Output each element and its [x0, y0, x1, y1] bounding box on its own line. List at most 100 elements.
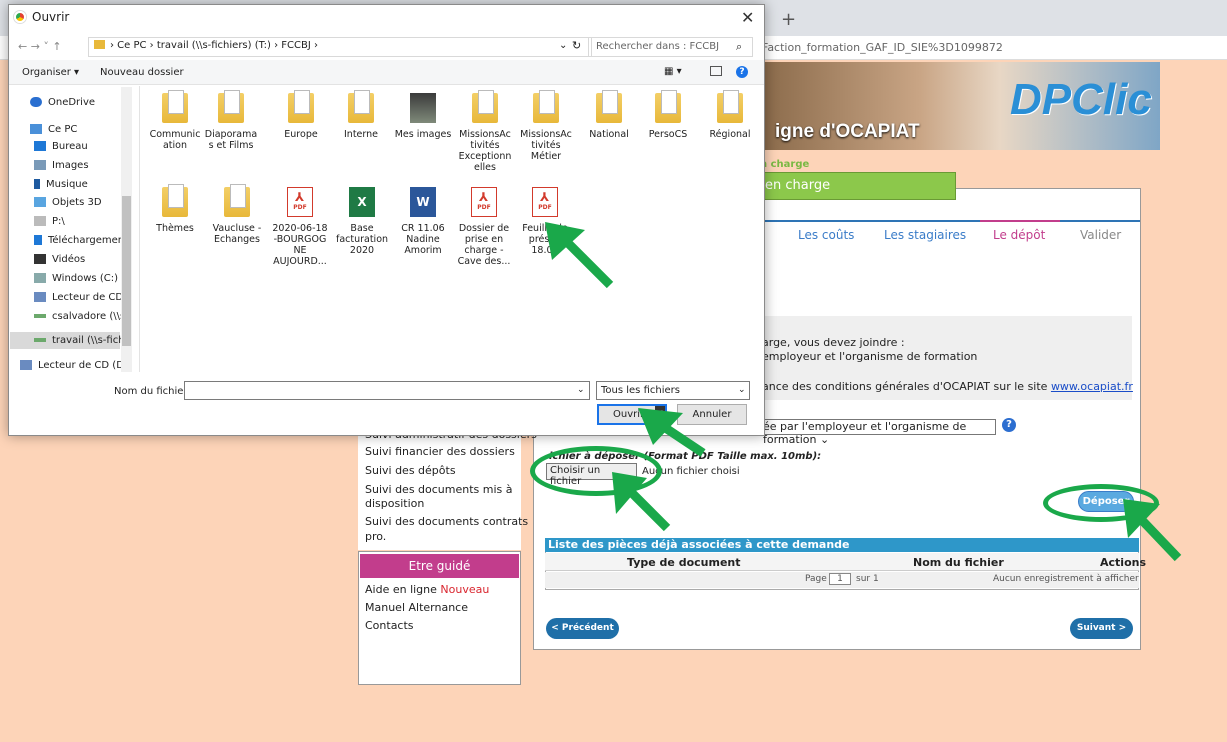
nav-telechargements[interactable]: Téléchargements: [34, 232, 122, 250]
file-item[interactable]: ⅄ PDF Dossier de prise en charge - Cave de…: [455, 187, 513, 267]
new-tab-button[interactable]: +: [781, 9, 796, 30]
menu-contacts[interactable]: Contacts: [365, 619, 414, 632]
file-item[interactable]: Régional: [701, 90, 759, 140]
desktop-icon: [34, 141, 46, 151]
nav-cd-d[interactable]: Lecteur de CD (D: [34, 289, 122, 307]
nav-windows-c[interactable]: Windows (C:): [34, 270, 118, 288]
dialog-title: Ouvrir: [32, 10, 70, 24]
view-options-icon[interactable]: ▦ ▾: [664, 66, 682, 77]
refresh-icon[interactable]: ↻: [572, 39, 581, 52]
file-label: Interne: [344, 129, 378, 140]
menu-suivi-documents-2[interactable]: disposition: [365, 497, 424, 510]
breadcrumb[interactable]: n charge: [760, 159, 809, 170]
file-item[interactable]: National: [580, 90, 638, 140]
folder-icon: [717, 90, 743, 123]
document-type-select[interactable]: ée par l'employeur et l'organisme de for…: [760, 419, 996, 446]
step-couts[interactable]: Les coûts: [798, 228, 854, 242]
file-item[interactable]: W CR 11.06 Nadine Amorim: [394, 187, 452, 256]
file-item[interactable]: Europe: [272, 90, 330, 140]
file-item[interactable]: PersoCS: [639, 90, 697, 140]
chevron-down-icon[interactable]: ⌄: [577, 385, 585, 395]
col-nom-fichier[interactable]: Nom du fichier: [913, 556, 1004, 569]
nav-images[interactable]: Images: [34, 157, 89, 175]
filename-input[interactable]: [184, 381, 590, 400]
organiser-button[interactable]: Organiser ▾: [22, 67, 79, 78]
folder-icon: [533, 90, 559, 123]
chevron-down-icon: ⌄: [819, 433, 830, 446]
aide-label: Aide en ligne: [365, 583, 437, 596]
dpclic-logo[interactable]: DPClic: [1010, 75, 1152, 125]
nav-onedrive[interactable]: OneDrive: [30, 94, 95, 112]
nav-objets-3d[interactable]: Objets 3D: [34, 194, 102, 212]
nav-label: Lecteur de CD (D:): [38, 360, 122, 371]
chevron-down-icon[interactable]: ⌄: [559, 40, 567, 51]
file-label: Base facturation 2020: [335, 223, 389, 256]
ocapiat-link[interactable]: www.ocapiat.fr: [1051, 380, 1133, 393]
menu-suivi-contrats-2[interactable]: pro.: [365, 530, 386, 543]
music-icon: [34, 179, 40, 189]
file-item[interactable]: Communic ation: [146, 90, 204, 151]
nav-travail[interactable]: travail (\\s-fichie: [34, 332, 122, 350]
nav-cd-d-root[interactable]: Lecteur de CD (D:): [20, 357, 122, 375]
help-icon[interactable]: ?: [736, 66, 748, 78]
file-label: MissionsAc tivités Métier: [520, 129, 572, 162]
menu-suivi-depots[interactable]: Suivi des dépôts: [365, 464, 456, 477]
menu-manuel-alternance[interactable]: Manuel Alternance: [365, 601, 468, 614]
search-input[interactable]: Rechercher dans : FCCBJ: [588, 37, 753, 57]
file-label: Thèmes: [156, 223, 194, 234]
info-text: ance des conditions générales d'OCAPIAT …: [762, 380, 1051, 393]
step-valider[interactable]: Valider: [1080, 228, 1121, 242]
menu-suivi-financier[interactable]: Suivi financier des dossiers: [365, 445, 515, 458]
new-folder-button[interactable]: Nouveau dossier: [100, 67, 184, 78]
previous-button[interactable]: < Précédent: [546, 618, 619, 639]
file-label: Communic ation: [149, 129, 201, 151]
file-item[interactable]: Thèmes: [146, 184, 204, 234]
drive-icon: [34, 216, 46, 226]
network-drive-icon: [34, 314, 46, 318]
nav-ce-pc[interactable]: Ce PC: [30, 121, 77, 139]
next-button[interactable]: Suivant >: [1070, 618, 1133, 639]
file-item[interactable]: X Base facturation 2020: [333, 187, 391, 256]
file-item[interactable]: MissionsAc tivités Métier: [517, 90, 575, 162]
step-stagiaires[interactable]: Les stagiaires: [884, 228, 966, 242]
dialog-nav-arrows[interactable]: ← → ˅ ↑: [18, 40, 62, 53]
nav-scrollbar-thumb[interactable]: [122, 196, 131, 346]
nav-label: Windows (C:): [52, 273, 118, 284]
excel-icon: X: [349, 187, 375, 217]
nav-musique[interactable]: Musique: [34, 176, 88, 194]
nav-label: Musique: [46, 179, 88, 190]
nav-label: Images: [52, 160, 89, 171]
cloud-icon: [30, 97, 42, 107]
filetype-select[interactable]: Tous les fichiers: [596, 381, 750, 400]
folder-icon: [288, 90, 314, 123]
file-label: PersoCS: [648, 129, 688, 140]
file-item[interactable]: MissionsAc tivités Exceptionn elles: [456, 90, 514, 173]
nav-videos[interactable]: Vidéos: [34, 251, 85, 269]
file-item[interactable]: ⅄ PDF 2020-06-18 -BOURGOG NE AUJOURD...: [271, 187, 329, 267]
nav-csalvadore[interactable]: csalvadore (\\s-f: [34, 308, 122, 326]
menu-suivi-contrats[interactable]: Suivi des documents contrats: [365, 515, 528, 528]
nav-label: Lecteur de CD (D: [52, 292, 122, 303]
file-item[interactable]: Diaporama s et Films: [202, 90, 260, 151]
file-label: Dossier de prise en charge - Cave des...: [457, 223, 511, 267]
col-type-document[interactable]: Type de document: [627, 556, 741, 569]
menu-aide-en-ligne[interactable]: Aide en ligne Nouveau: [365, 583, 489, 596]
chevron-down-icon[interactable]: ⌄: [738, 385, 746, 395]
annotation-arrow: [1123, 499, 1182, 562]
file-item[interactable]: Interne: [332, 90, 390, 140]
path-text[interactable]: › Ce PC › travail (\\s-fichiers) (T:) › …: [110, 40, 318, 51]
file-item[interactable]: Mes images: [394, 93, 452, 140]
help-icon[interactable]: ?: [1002, 418, 1016, 432]
close-icon[interactable]: ✕: [741, 8, 754, 27]
pager-page-label: Page: [805, 574, 827, 584]
menu-suivi-documents[interactable]: Suivi des documents mis à: [365, 483, 513, 496]
step-depot[interactable]: Le dépôt: [993, 228, 1045, 242]
file-item[interactable]: Vaucluse - Echanges: [208, 184, 266, 245]
search-icon[interactable]: ⌕: [736, 40, 742, 54]
preview-pane-icon[interactable]: [710, 66, 722, 76]
panel-title: en charge: [760, 172, 956, 200]
nav-bureau[interactable]: Bureau: [34, 138, 88, 156]
pager-page-input[interactable]: 1: [829, 573, 851, 585]
file-label: 2020-06-18 -BOURGOG NE AUJOURD...: [272, 223, 328, 267]
nav-p-drive[interactable]: P:\: [34, 213, 65, 231]
